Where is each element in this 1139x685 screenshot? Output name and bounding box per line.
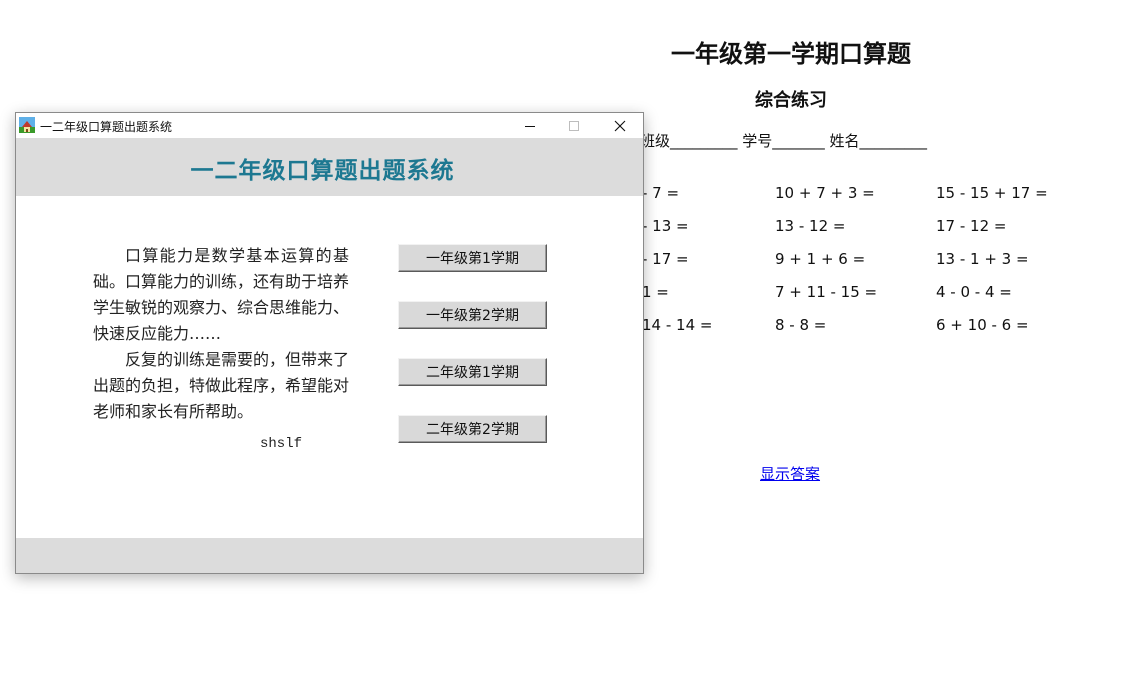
grade2-term2-button[interactable]: 二年级第2学期 xyxy=(398,415,547,443)
problem-item: 13 - 12 = xyxy=(775,217,846,235)
maximize-icon xyxy=(569,120,579,131)
dialog-window: 一二年级口算题出题系统 一二年级口算题出题系统 口算能力是数学基本运算的基础。口… xyxy=(15,112,644,574)
worksheet-title: 一年级第一学期口算题 xyxy=(671,40,911,68)
problem-item: - 7 = xyxy=(642,184,680,202)
app-heading: 一二年级口算题出题系统 xyxy=(190,157,455,184)
intro-paragraph: 口算能力是数学基本运算的基础。口算能力的训练，还有助于培养学生敏锐的观察力、综合… xyxy=(93,246,350,343)
problem-item: - 17 = xyxy=(642,250,689,268)
problem-item: 7 + 11 - 15 = xyxy=(775,283,878,301)
minimize-button[interactable] xyxy=(508,113,552,138)
footer-band xyxy=(16,538,643,573)
author-signature: shslf xyxy=(260,436,303,452)
minimize-icon xyxy=(525,125,535,127)
intro-paragraph: 反复的训练是需要的，但带来了出题的负担，特做此程序，希望能对老师和家长有所帮助。 xyxy=(93,350,350,421)
intro-text: 口算能力是数学基本运算的基础。口算能力的训练，还有助于培养学生敏锐的观察力、综合… xyxy=(93,243,349,425)
problem-item: 13 - 1 + 3 = xyxy=(936,250,1029,268)
close-icon xyxy=(614,120,626,131)
student-info-line: 班级_________ 学号_______ 姓名_________ xyxy=(640,132,928,150)
problem-item: 8 - 8 = xyxy=(775,316,827,334)
problem-item: 10 + 7 + 3 = xyxy=(775,184,875,202)
app-icon xyxy=(19,117,35,133)
problem-item: 1 = xyxy=(642,283,669,301)
problem-item: 14 - 14 = xyxy=(642,316,713,334)
header-band: 一二年级口算题出题系统 xyxy=(16,138,643,196)
problem-item: 15 - 15 + 17 = xyxy=(936,184,1048,202)
problem-item: 4 - 0 - 4 = xyxy=(936,283,1012,301)
problem-item: 6 + 10 - 6 = xyxy=(936,316,1029,334)
grade2-term1-button[interactable]: 二年级第1学期 xyxy=(398,358,547,386)
close-button[interactable] xyxy=(598,113,642,138)
worksheet-subtitle: 综合练习 xyxy=(755,90,827,111)
problem-item: 17 - 12 = xyxy=(936,217,1007,235)
show-answer-link[interactable]: 显示答案 xyxy=(760,463,820,484)
problem-item: - 13 = xyxy=(642,217,689,235)
window-titlebar[interactable]: 一二年级口算题出题系统 xyxy=(16,113,643,138)
window-title: 一二年级口算题出题系统 xyxy=(40,120,173,134)
maximize-button[interactable] xyxy=(552,113,596,138)
grade1-term1-button[interactable]: 一年级第1学期 xyxy=(398,244,547,272)
grade1-term2-button[interactable]: 一年级第2学期 xyxy=(398,301,547,329)
problem-item: 9 + 1 + 6 = xyxy=(775,250,866,268)
